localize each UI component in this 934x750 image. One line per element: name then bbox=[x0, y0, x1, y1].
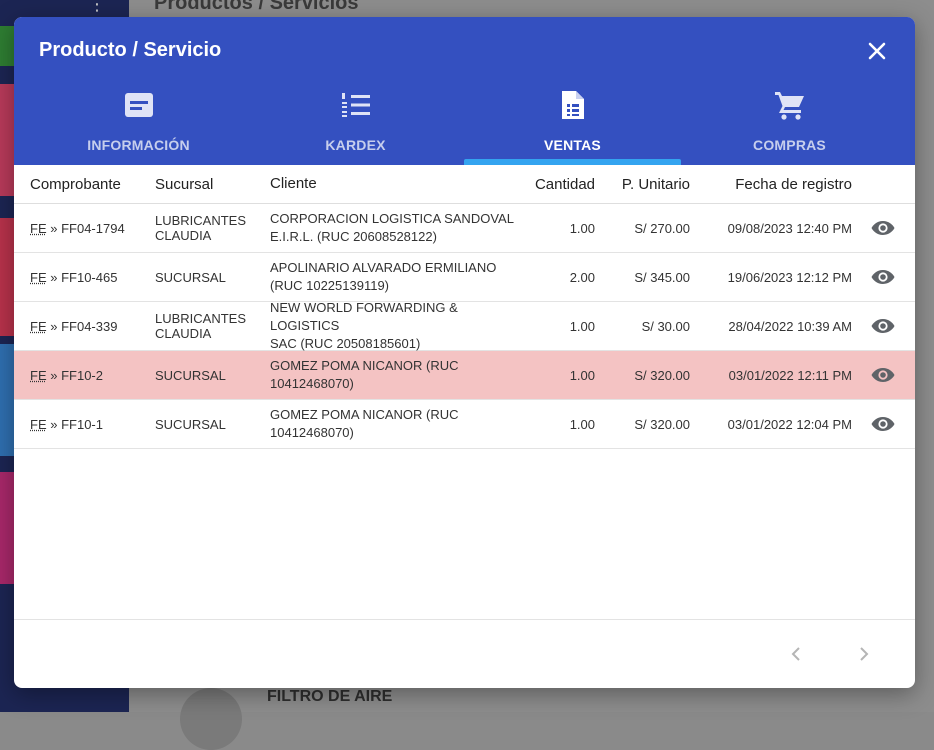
quantity: 1.00 bbox=[569, 318, 595, 334]
branch-line: SUCURSAL bbox=[155, 367, 226, 383]
tab-label: INFORMACIÓN bbox=[87, 137, 190, 153]
view-button[interactable] bbox=[871, 220, 895, 236]
table-row-highlighted: FE » FF10-2 SUCURSAL GOMEZ POMA NICANOR … bbox=[14, 351, 915, 400]
header-precio-unitario[interactable]: P. Unitario bbox=[595, 176, 690, 193]
branch-line: CLAUDIA bbox=[155, 228, 212, 243]
header-sucursal[interactable]: Sucursal bbox=[155, 176, 270, 193]
tab-ventas[interactable]: VENTAS bbox=[464, 87, 681, 165]
quantity: 1.00 bbox=[569, 367, 595, 383]
branch-line: LUBRICANTES bbox=[155, 213, 247, 228]
background-sidebar-tile bbox=[0, 218, 14, 336]
quantity: 1.00 bbox=[569, 416, 595, 432]
doc-number: » FF10-465 bbox=[50, 269, 118, 285]
card-text-icon bbox=[124, 93, 153, 117]
table-row: FE » FF04-1794 LUBRICANTES CLAUDIA CORPOR… bbox=[14, 204, 915, 253]
document-icon bbox=[561, 91, 584, 119]
quantity: 1.00 bbox=[569, 220, 595, 236]
view-button[interactable] bbox=[871, 318, 895, 334]
eye-icon bbox=[871, 319, 895, 333]
view-button[interactable] bbox=[871, 367, 895, 383]
header-cliente[interactable]: Cliente bbox=[270, 175, 520, 193]
client-line: E.I.R.L. (RUC 20608528122) bbox=[270, 229, 437, 244]
doc-type: FE bbox=[30, 318, 47, 334]
eye-icon bbox=[871, 368, 895, 382]
sales-table: Comprobante Sucursal Cliente Cantidad P.… bbox=[14, 165, 915, 449]
table-row: FE » FF10-465 SUCURSAL APOLINARIO ALVARA… bbox=[14, 253, 915, 302]
background-sidebar-tile bbox=[0, 472, 14, 584]
eye-icon bbox=[871, 221, 895, 235]
unit-price: S/ 320.00 bbox=[634, 367, 690, 383]
client-line: 10412468070) bbox=[270, 425, 354, 440]
background-page-title: Productos / Servicios bbox=[154, 0, 359, 14]
doc-type: FE bbox=[30, 367, 47, 383]
doc-number: » FF04-1794 bbox=[50, 220, 125, 236]
doc-type: FE bbox=[30, 269, 47, 285]
client-line: NEW WORLD FORWARDING & LOGISTICS bbox=[270, 300, 458, 333]
branch-line: CLAUDIA bbox=[155, 326, 212, 341]
background-item-thumb bbox=[180, 688, 242, 750]
header-fecha-registro[interactable]: Fecha de registro bbox=[690, 176, 852, 193]
doc-number: » FF10-1 bbox=[50, 416, 103, 432]
unit-price: S/ 345.00 bbox=[634, 269, 690, 285]
cart-icon bbox=[774, 92, 804, 120]
header-cantidad[interactable]: Cantidad bbox=[520, 176, 595, 193]
tab-label: COMPRAS bbox=[753, 137, 826, 153]
next-page-button[interactable] bbox=[852, 642, 876, 666]
registration-date: 19/06/2023 12:12 PM bbox=[727, 269, 852, 285]
client-line: CORPORACION LOGISTICA SANDOVAL bbox=[270, 211, 514, 226]
branch-line: LUBRICANTES bbox=[155, 311, 247, 326]
registration-date: 03/01/2022 12:11 PM bbox=[728, 367, 852, 383]
tab-label: KARDEX bbox=[325, 137, 386, 153]
branch-line: SUCURSAL bbox=[155, 416, 226, 432]
eye-icon bbox=[871, 417, 895, 431]
doc-number: » FF04-339 bbox=[50, 318, 118, 334]
previous-page-button[interactable] bbox=[784, 642, 808, 666]
background-sidebar-tile bbox=[0, 26, 14, 66]
chevron-left-icon bbox=[791, 647, 800, 661]
client-line: GOMEZ POMA NICANOR (RUC bbox=[270, 407, 459, 422]
product-modal: Producto / Servicio INFORMACIÓN KARDEX V… bbox=[14, 17, 915, 688]
table-header: Comprobante Sucursal Cliente Cantidad P.… bbox=[14, 165, 915, 204]
list-numbered-icon bbox=[341, 93, 370, 117]
background-sidebar-tile bbox=[0, 344, 14, 456]
client-line: SAC (RUC 20508185601) bbox=[270, 336, 421, 351]
chevron-right-icon bbox=[860, 647, 869, 661]
unit-price: S/ 320.00 bbox=[634, 416, 690, 432]
branch-line: SUCURSAL bbox=[155, 269, 226, 285]
client-line: (RUC 10225139119) bbox=[270, 278, 389, 293]
doc-type: FE bbox=[30, 220, 47, 236]
background-item-name: FILTRO DE AIRE bbox=[267, 688, 393, 705]
modal-header: Producto / Servicio INFORMACIÓN KARDEX V… bbox=[14, 17, 915, 165]
view-button[interactable] bbox=[871, 416, 895, 432]
tab-compras[interactable]: COMPRAS bbox=[681, 87, 898, 165]
eye-icon bbox=[871, 270, 895, 284]
tab-informacion[interactable]: INFORMACIÓN bbox=[30, 87, 247, 165]
modal-title: Producto / Servicio bbox=[39, 39, 222, 61]
tab-label: VENTAS bbox=[544, 137, 601, 153]
registration-date: 09/08/2023 12:40 PM bbox=[727, 220, 852, 236]
unit-price: S/ 270.00 bbox=[634, 220, 690, 236]
close-button[interactable] bbox=[863, 37, 891, 65]
unit-price: S/ 30.00 bbox=[641, 318, 690, 334]
table-row: FE » FF04-339 LUBRICANTES CLAUDIA NEW WOR… bbox=[14, 300, 915, 351]
background-more-icon: ⋮ bbox=[88, 0, 106, 14]
pagination-footer bbox=[14, 619, 915, 688]
quantity: 2.00 bbox=[569, 269, 595, 285]
table-row: FE » FF10-1 SUCURSAL GOMEZ POMA NICANOR … bbox=[14, 400, 915, 449]
client-line: GOMEZ POMA NICANOR (RUC bbox=[270, 358, 459, 373]
doc-number: » FF10-2 bbox=[50, 367, 103, 383]
client-line: APOLINARIO ALVARADO ERMILIANO bbox=[270, 260, 497, 275]
doc-type: FE bbox=[30, 416, 47, 432]
background-sidebar-tile bbox=[0, 84, 14, 196]
registration-date: 03/01/2022 12:04 PM bbox=[727, 416, 852, 432]
header-comprobante[interactable]: Comprobante bbox=[14, 176, 155, 193]
view-button[interactable] bbox=[871, 269, 895, 285]
tab-kardex[interactable]: KARDEX bbox=[247, 87, 464, 165]
registration-date: 28/04/2022 10:39 AM bbox=[728, 318, 852, 334]
tab-bar: INFORMACIÓN KARDEX VENTAS COMPRAS bbox=[14, 87, 915, 165]
close-icon bbox=[868, 42, 886, 60]
client-line: 10412468070) bbox=[270, 376, 354, 391]
